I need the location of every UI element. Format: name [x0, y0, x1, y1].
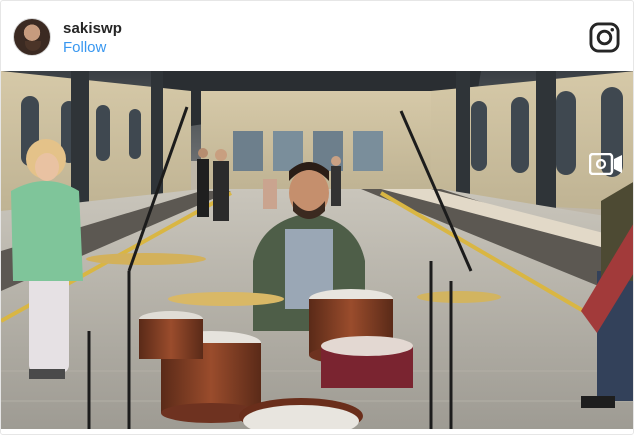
- instagram-post-card: sakiswp Follow: [0, 0, 634, 435]
- video-frame: [1, 71, 633, 429]
- post-header: sakiswp Follow: [1, 1, 633, 71]
- follow-button[interactable]: Follow: [63, 39, 106, 56]
- video-camera-icon: [589, 153, 622, 175]
- avatar[interactable]: [13, 18, 51, 56]
- instagram-icon[interactable]: [589, 22, 620, 53]
- post-video[interactable]: [1, 71, 633, 429]
- avatar-beard: [25, 41, 41, 51]
- username-link[interactable]: sakiswp: [63, 20, 122, 37]
